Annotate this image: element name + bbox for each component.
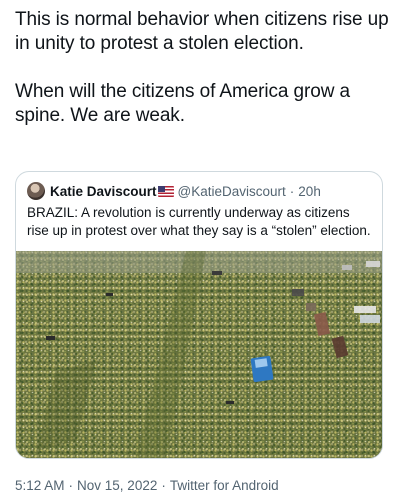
tweet-timestamp: 5:12 AM · Nov 15, 2022 · Twitter for Android: [15, 478, 279, 493]
crowd-photo: [16, 251, 382, 458]
quoted-tweet-media[interactable]: [16, 251, 382, 458]
separator-dot: ·: [161, 478, 166, 493]
tweet-paragraph-2: When will the citizens of America grow a…: [15, 81, 350, 126]
tweet-client[interactable]: Twitter for Android: [170, 478, 279, 493]
separator-dot: ·: [289, 183, 295, 199]
quoted-tweet-text: BRAZIL: A revolution is currently underw…: [27, 205, 371, 238]
quoted-handle[interactable]: @KatieDaviscourt: [178, 184, 286, 199]
tweet-date[interactable]: Nov 15, 2022: [77, 478, 157, 493]
tweet-paragraph-1: This is normal behavior when citizens ri…: [15, 9, 389, 54]
separator-dot: ·: [68, 478, 74, 493]
quoted-tweet-card[interactable]: Katie Daviscourt @KatieDaviscourt · 20h …: [15, 171, 383, 459]
us-flag-icon: [157, 185, 174, 197]
quoted-tweet-header: Katie Daviscourt @KatieDaviscourt · 20h: [27, 181, 321, 201]
quoted-display-name[interactable]: Katie Daviscourt: [50, 184, 157, 199]
quoted-tweet-age[interactable]: 20h: [298, 184, 321, 199]
tweet-text: This is normal behavior when citizens ri…: [15, 8, 390, 128]
avatar[interactable]: [27, 182, 45, 200]
tweet-time[interactable]: 5:12 AM: [15, 478, 65, 493]
